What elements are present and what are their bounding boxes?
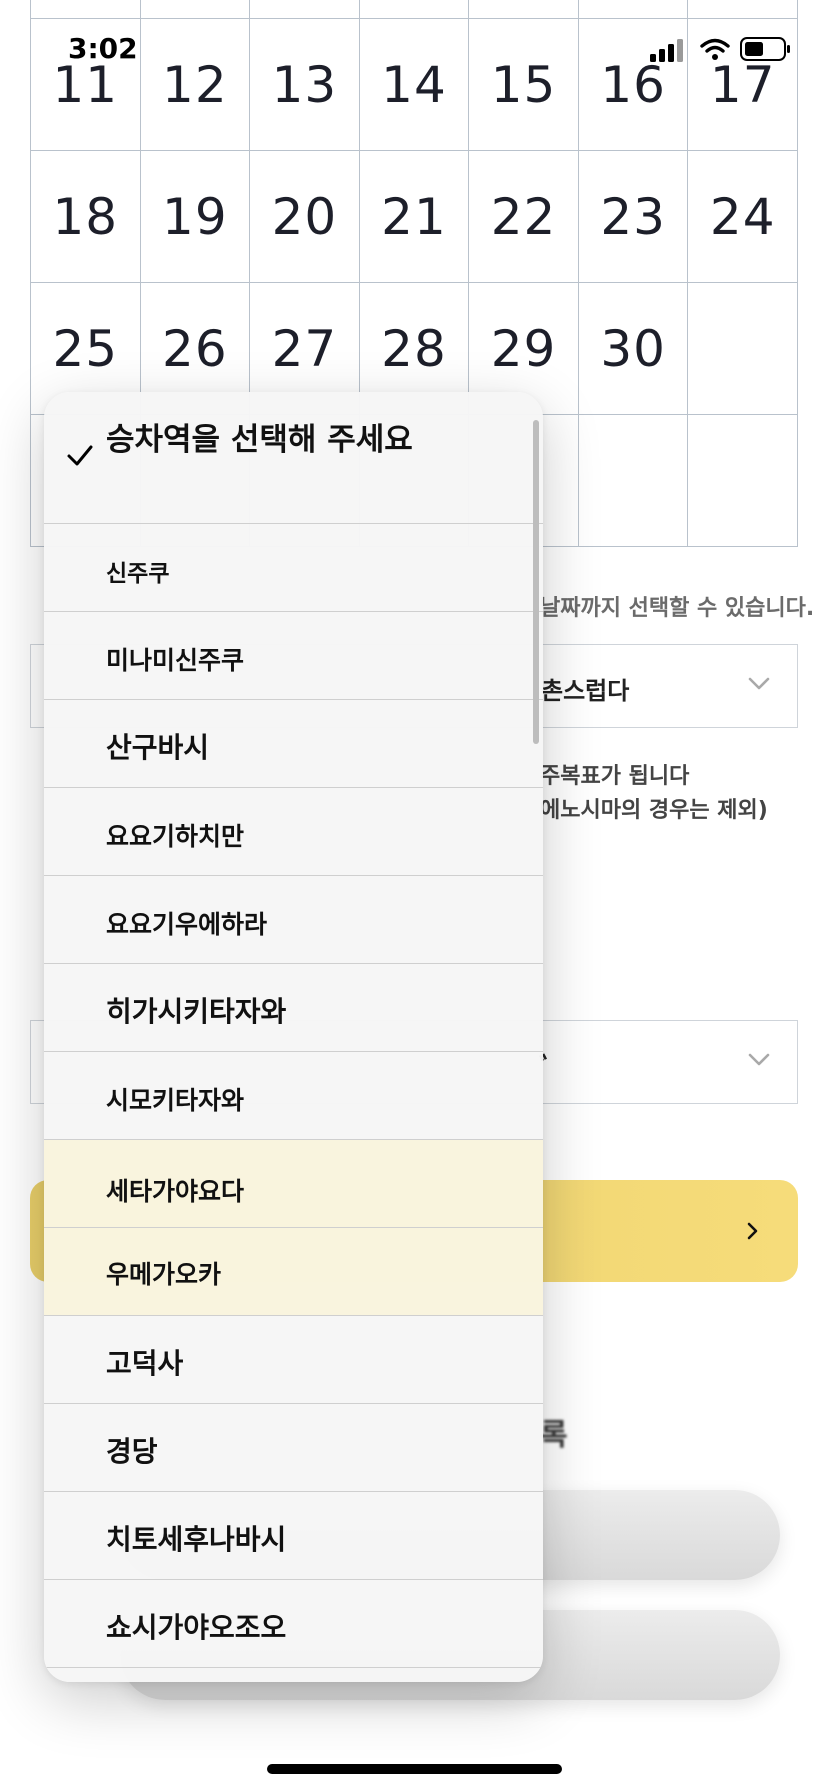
calendar-day[interactable]: 20 (250, 151, 360, 283)
ticket-type-value: 촌스럽다 (541, 677, 630, 705)
info-text-line: 주복표가 됩니다 (540, 764, 690, 789)
calendar-day[interactable]: 24 (688, 151, 798, 283)
checkmark-icon (67, 445, 93, 466)
picker-option-label: 히가시키타자와 (106, 995, 287, 1028)
calendar-day[interactable]: 18 (31, 151, 141, 283)
picker-option-label: 승차역을 선택해 주세요 (106, 422, 413, 458)
picker-option-label: 우메가오카 (106, 1260, 222, 1289)
calendar-cell[interactable] (688, 0, 798, 19)
signal-icon (650, 39, 683, 62)
calendar-day[interactable]: 19 (140, 151, 251, 283)
home-indicator[interactable] (267, 1764, 562, 1774)
picker-option[interactable]: 세타가야요다 (44, 1140, 543, 1228)
calendar-day[interactable]: 22 (469, 151, 579, 283)
section-label: 록 (540, 1418, 568, 1453)
picker-option[interactable]: 미나미신주쿠 (44, 612, 543, 700)
calendar-day[interactable]: 12 (140, 19, 251, 151)
date-range-note: 날짜까지 선택할 수 있습니다. (540, 596, 815, 621)
picker-option-label: 요요기하치만 (106, 822, 245, 851)
picker-option[interactable]: 산구바시 (44, 700, 543, 788)
info-text-line: 에노시마의 경우는 제외) (540, 798, 768, 823)
picker-option-label: 미나미신주쿠 (106, 646, 245, 675)
picker-option-label: 치토세후나바시 (106, 1523, 287, 1556)
calendar-day[interactable]: 21 (359, 151, 470, 283)
calendar-day[interactable]: 14 (359, 19, 470, 151)
picker-option-label: 시모키타자와 (106, 1086, 245, 1115)
battery-icon (740, 37, 790, 61)
picker-option[interactable]: 신주쿠 (44, 524, 543, 612)
picker-option-label: 요요기우에하라 (106, 910, 268, 939)
calendar-day[interactable]: 13 (250, 19, 360, 151)
picker-option-label: 경당 (106, 1435, 158, 1468)
wifi-icon (700, 38, 730, 60)
calendar-cell[interactable] (250, 0, 360, 19)
chevron-down-icon (748, 1053, 770, 1066)
calendar-cell[interactable] (359, 0, 470, 19)
picker-option[interactable]: 히가시키타자와 (44, 964, 543, 1052)
calendar-day[interactable]: 30 (578, 283, 689, 415)
status-time: 3:02 (68, 32, 138, 65)
picker-option[interactable]: 시모키타자와 (44, 1052, 543, 1140)
picker-option-placeholder[interactable]: 승차역을 선택해 주세요 (44, 392, 543, 524)
picker-option-label: 고덕사 (106, 1347, 184, 1380)
calendar-cell[interactable] (469, 0, 579, 19)
picker-option-label: 쇼시가야오조오 (106, 1611, 287, 1644)
picker-option-label: 신주쿠 (106, 561, 170, 587)
calendar-day[interactable] (688, 283, 798, 415)
picker-option[interactable]: 경당 (44, 1404, 543, 1492)
chevron-right-icon (747, 1222, 758, 1240)
picker-scrollbar[interactable] (533, 420, 539, 744)
picker-option-label: 산구바시 (106, 731, 210, 764)
picker-option-label: 세타가야요다 (106, 1177, 245, 1206)
picker-option[interactable]: 요요기하치만 (44, 788, 543, 876)
calendar-cell[interactable] (31, 0, 141, 19)
calendar-day[interactable]: 15 (469, 19, 579, 151)
picker-option[interactable]: 고덕사 (44, 1316, 543, 1404)
chevron-down-icon (748, 677, 770, 690)
picker-option[interactable]: 요요기우에하라 (44, 876, 543, 964)
status-icons (650, 37, 790, 62)
picker-option[interactable]: 쇼시가야오조오 (44, 1580, 543, 1668)
calendar-day[interactable]: 23 (578, 151, 689, 283)
calendar-cell[interactable] (578, 0, 689, 19)
picker-option[interactable]: 치토세후나바시 (44, 1492, 543, 1580)
calendar-cell[interactable] (688, 415, 798, 547)
picker-option[interactable]: 우메가오카 (44, 1228, 543, 1316)
departure-station-picker[interactable]: 승차역을 선택해 주세요 신주쿠 미나미신주쿠 산구바시 요요기하치만 요요기우… (44, 392, 543, 1682)
calendar-cell[interactable] (140, 0, 251, 19)
calendar-cell[interactable] (578, 415, 689, 547)
